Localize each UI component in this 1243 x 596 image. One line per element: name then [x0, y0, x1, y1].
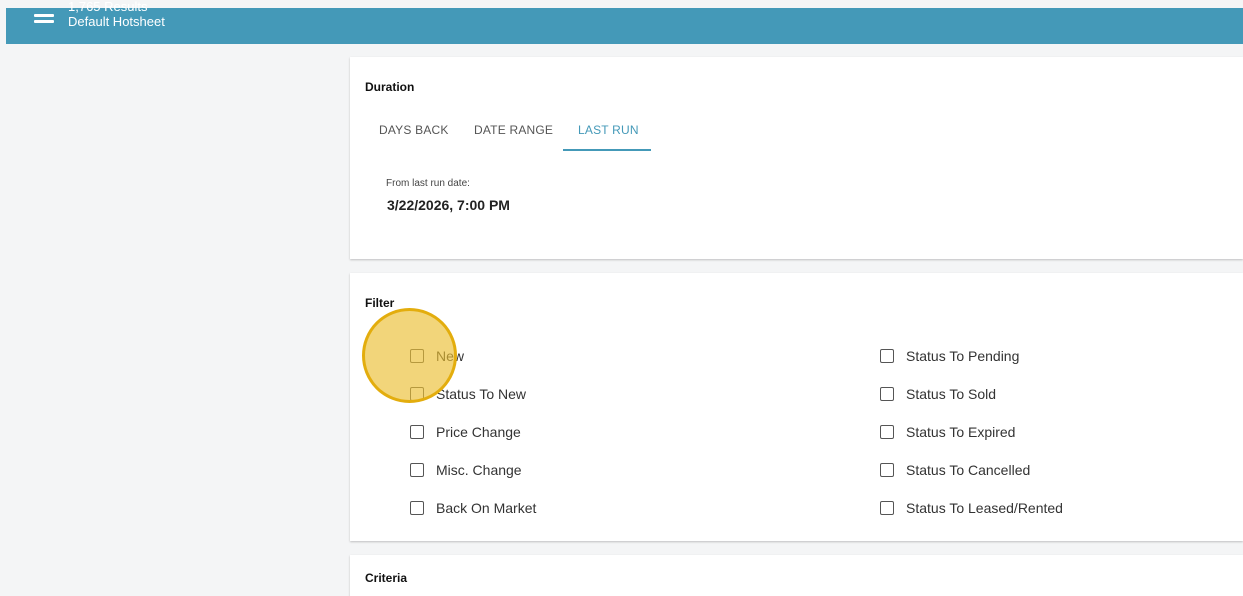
app-header: 1,765 Results Default Hotsheet — [6, 0, 1243, 44]
filter-option-label: New — [436, 348, 465, 364]
filter-option-status-to-pending[interactable]: Status To Pending — [880, 346, 1019, 366]
filter-option-label: Status To New — [436, 386, 527, 402]
criteria-title: Criteria — [365, 571, 408, 585]
filter-option-status-to-new[interactable]: Status To New — [410, 384, 526, 404]
tab-days-back[interactable]: DAYS BACK — [379, 123, 449, 137]
checkbox[interactable] — [880, 425, 894, 439]
filter-option-status-to-cancelled[interactable]: Status To Cancelled — [880, 460, 1030, 480]
filter-option-price-change[interactable]: Price Change — [410, 422, 521, 442]
last-run-date: 3/22/2026, 7:00 PM — [387, 197, 510, 213]
filter-option-label: Status To Pending — [906, 348, 1020, 364]
active-tab-indicator — [563, 149, 651, 151]
checkbox[interactable] — [880, 387, 894, 401]
filter-option-status-to-expired[interactable]: Status To Expired — [880, 422, 1015, 442]
filter-option-label: Status To Cancelled — [906, 462, 1031, 478]
checkbox[interactable] — [880, 463, 894, 477]
filter-option-label: Back On Market — [436, 500, 537, 516]
filter-option-label: Status To Sold — [906, 386, 997, 402]
filter-option-status-to-leased-rented[interactable]: Status To Leased/Rented — [880, 498, 1063, 518]
last-run-label: From last run date: — [386, 178, 470, 189]
filter-option-label: Misc. Change — [436, 462, 522, 478]
checkbox[interactable] — [410, 349, 424, 363]
duration-card: Duration DAYS BACK DATE RANGE LAST RUN F… — [350, 57, 1243, 259]
hamburger-menu-icon[interactable] — [34, 14, 54, 28]
filter-option-status-to-sold[interactable]: Status To Sold — [880, 384, 996, 404]
tab-date-range[interactable]: DATE RANGE — [474, 123, 553, 137]
filter-title: Filter — [365, 296, 395, 310]
filter-option-label: Status To Expired — [906, 424, 1016, 440]
filter-option-misc-change[interactable]: Misc. Change — [410, 460, 522, 480]
filter-card: Filter New Status To New Price Change Mi… — [350, 273, 1243, 541]
checkbox[interactable] — [880, 349, 894, 363]
filter-option-label: Price Change — [436, 424, 521, 440]
checkbox[interactable] — [410, 501, 424, 515]
checkbox[interactable] — [880, 501, 894, 515]
filter-option-label: Status To Leased/Rented — [906, 500, 1063, 516]
checkbox[interactable] — [410, 425, 424, 439]
results-count: 1,765 Results — [68, 0, 148, 14]
tab-last-run[interactable]: LAST RUN — [578, 123, 639, 137]
hotsheet-name: Default Hotsheet — [68, 14, 165, 29]
filter-option-new[interactable]: New — [410, 346, 464, 366]
criteria-card: Criteria — [350, 555, 1243, 596]
filter-option-back-on-market[interactable]: Back On Market — [410, 498, 536, 518]
duration-title: Duration — [365, 80, 415, 94]
checkbox[interactable] — [410, 387, 424, 401]
checkbox[interactable] — [410, 463, 424, 477]
